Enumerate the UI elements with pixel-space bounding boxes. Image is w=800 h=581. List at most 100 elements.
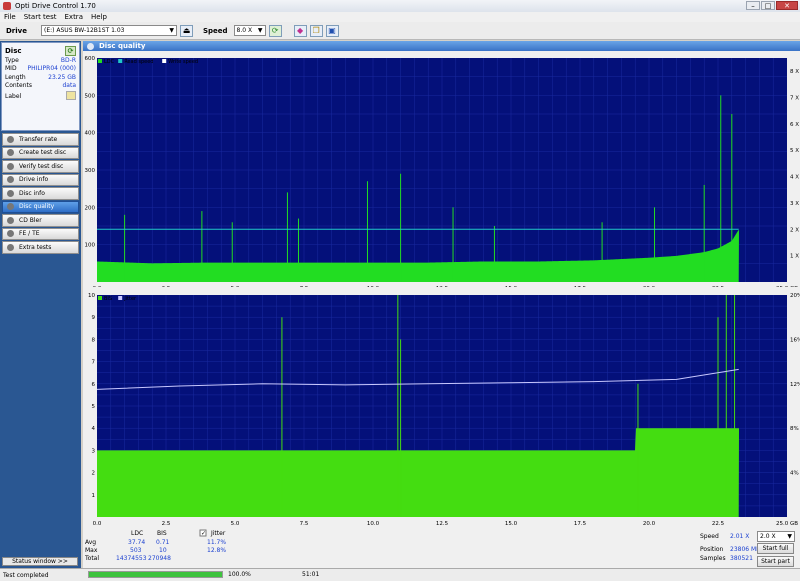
status-window-button[interactable]: Status window >> bbox=[2, 557, 78, 566]
stats-total-ldc: 14374553 bbox=[116, 555, 147, 562]
y-tick-label: 2 bbox=[92, 471, 96, 477]
legend-label: LDC bbox=[104, 59, 115, 65]
minimize-button[interactable]: – bbox=[746, 1, 760, 10]
sidebar-item-label: Disc info bbox=[19, 189, 45, 197]
sidebar-item-extra-tests[interactable]: Extra tests bbox=[2, 241, 79, 254]
sidebar-item-label: Disc quality bbox=[19, 203, 55, 211]
sidebar-item-verify-test-disc[interactable]: Verify test disc bbox=[2, 160, 79, 173]
position-value: 23806 MB bbox=[730, 546, 760, 553]
y-tick-label: 600 bbox=[85, 56, 96, 62]
y-tick-label: 3 bbox=[92, 448, 96, 454]
disc-row-length: Length 23.25 GB bbox=[5, 74, 76, 82]
sidebar-item-label: Create test disc bbox=[19, 149, 67, 157]
y2-tick-label: 4 X bbox=[790, 175, 799, 181]
x-tick-label: 17.5 bbox=[574, 521, 587, 527]
stats-avg-bis: 0.71 bbox=[156, 539, 170, 546]
y2-tick-label: 12% bbox=[790, 382, 800, 388]
app-icon bbox=[3, 2, 11, 10]
y-tick-label: 5 bbox=[92, 404, 96, 410]
y-tick-label: 500 bbox=[85, 93, 96, 99]
menu-file[interactable]: File bbox=[4, 13, 16, 21]
disc-value: BD-R bbox=[60, 57, 76, 64]
y2-tick-label: 5 X bbox=[790, 148, 799, 154]
sidebar-item-transfer-rate[interactable]: Transfer rate bbox=[2, 133, 79, 146]
legend-swatch bbox=[162, 59, 167, 63]
copy-button[interactable]: ❐ bbox=[309, 24, 323, 37]
panel-header: Disc quality bbox=[83, 41, 800, 51]
y-tick-label: 4 bbox=[92, 426, 96, 432]
y2-tick-label: 3 X bbox=[790, 201, 799, 207]
nav-icon bbox=[7, 135, 14, 143]
x-tick-label: 2.5 bbox=[162, 521, 171, 527]
legend-label: Read speed bbox=[124, 59, 153, 65]
y-tick-label: 400 bbox=[85, 131, 96, 137]
sidebar: Disc ⟳ Type BD-R MID PHILIPR04 (000) Len… bbox=[0, 41, 81, 568]
panel-title: Disc quality bbox=[99, 42, 146, 50]
stats-max-ldc: 503 bbox=[130, 547, 142, 554]
disc-value: PHILIPR04 (000) bbox=[27, 65, 76, 73]
eraser-icon: ◆ bbox=[296, 26, 304, 35]
y-tick-label: 100 bbox=[85, 243, 96, 249]
window-title: Opti Drive Control 1.70 bbox=[15, 2, 96, 10]
main-panel: Disc quality 0.0 2.5 5.0 7.5 10.0 12.5 15.0 17.… bbox=[83, 41, 800, 568]
check-icon: ✓ bbox=[201, 530, 206, 537]
sidebar-item-fe-te[interactable]: FE / TE bbox=[2, 227, 79, 240]
save-button[interactable]: ▣ bbox=[325, 24, 339, 37]
sidebar-item-disc-info[interactable]: Disc info bbox=[2, 187, 79, 200]
menu-extra[interactable]: Extra bbox=[65, 13, 83, 21]
maximize-button[interactable]: □ bbox=[761, 1, 775, 10]
y2-tick-label: 8 X bbox=[790, 69, 799, 75]
status-bar: Test completed 100.0% 51:01 bbox=[0, 568, 800, 581]
sidebar-item-drive-info[interactable]: Drive info bbox=[2, 173, 79, 186]
nav-icon bbox=[7, 162, 14, 170]
window-controls: – □ ✕ bbox=[746, 1, 798, 10]
x-tick-label: 12.5 bbox=[436, 521, 449, 527]
nav-icon bbox=[7, 149, 14, 157]
disc-refresh-button[interactable]: ⟳ bbox=[65, 46, 76, 56]
progress-bar bbox=[88, 571, 223, 578]
drive-select[interactable]: (E:) ASUS BW-12B1ST 1.03 ▼ bbox=[40, 25, 177, 36]
stats-avg-jitter: 11.7% bbox=[207, 539, 226, 546]
speed-select-value: 8.0 X bbox=[236, 27, 253, 34]
y-tick-label: 9 bbox=[92, 315, 96, 321]
y2-tick-label: 20% bbox=[790, 293, 800, 299]
eject-button[interactable]: ⏏ bbox=[179, 24, 193, 37]
stats-max-bis: 10 bbox=[159, 547, 167, 554]
close-button[interactable]: ✕ bbox=[776, 1, 798, 10]
status-text: Test completed bbox=[3, 571, 49, 579]
copy-icon: ❐ bbox=[312, 26, 320, 35]
sidebar-item-disc-quality[interactable]: Disc quality bbox=[2, 200, 79, 213]
label-edit-button[interactable] bbox=[66, 90, 76, 100]
samples-label: Samples bbox=[700, 555, 726, 562]
menu-start-test[interactable]: Start test bbox=[24, 13, 57, 21]
sidebar-item-create-test-disc[interactable]: Create test disc bbox=[2, 146, 79, 159]
disc-key: Type bbox=[5, 57, 19, 64]
y2-tick-label: 1 X bbox=[790, 254, 799, 260]
test-speed-select[interactable]: 2.0 X ▼ bbox=[757, 531, 795, 542]
stats-avg-ldc: 37.74 bbox=[128, 539, 145, 546]
legend-swatch bbox=[98, 296, 102, 300]
progress-fill bbox=[89, 572, 222, 577]
y-tick-label: 1 bbox=[92, 493, 96, 499]
stats-grid: LDC BIS ✓ Jitter Avg 37.74 0.71 11.7% Ma… bbox=[84, 529, 760, 562]
legend-label: Write speed bbox=[168, 59, 198, 65]
toolbar: Drive (E:) ASUS BW-12B1ST 1.03 ▼ ⏏ Speed… bbox=[0, 22, 800, 40]
speed-select[interactable]: 8.0 X ▼ bbox=[233, 25, 266, 36]
stats-label-avg: Avg bbox=[85, 539, 96, 546]
erase-button[interactable]: ◆ bbox=[293, 24, 307, 37]
legend-swatch bbox=[98, 59, 102, 63]
speed-label: Speed bbox=[700, 533, 719, 540]
refresh-button[interactable]: ⟳ bbox=[268, 24, 282, 37]
start-part-button[interactable]: Start part bbox=[757, 556, 794, 567]
chevron-down-icon: ▼ bbox=[169, 27, 174, 34]
sidebar-nav: Transfer rate Create test disc Verify test… bbox=[0, 133, 81, 254]
legend-swatch bbox=[118, 59, 123, 63]
start-full-button[interactable]: Start full bbox=[757, 543, 794, 554]
sidebar-item-cd-bler[interactable]: CD Bler bbox=[2, 214, 79, 227]
x-tick-label: 25.0 GB bbox=[776, 521, 798, 527]
sidebar-item-label: Drive info bbox=[19, 176, 49, 184]
disc-quality-icon bbox=[87, 42, 94, 50]
refresh-icon: ⟳ bbox=[271, 26, 279, 35]
stats-panel: LDC BIS ✓ Jitter Avg 37.74 0.71 11.7% Ma… bbox=[83, 528, 800, 568]
menu-help[interactable]: Help bbox=[91, 13, 107, 21]
